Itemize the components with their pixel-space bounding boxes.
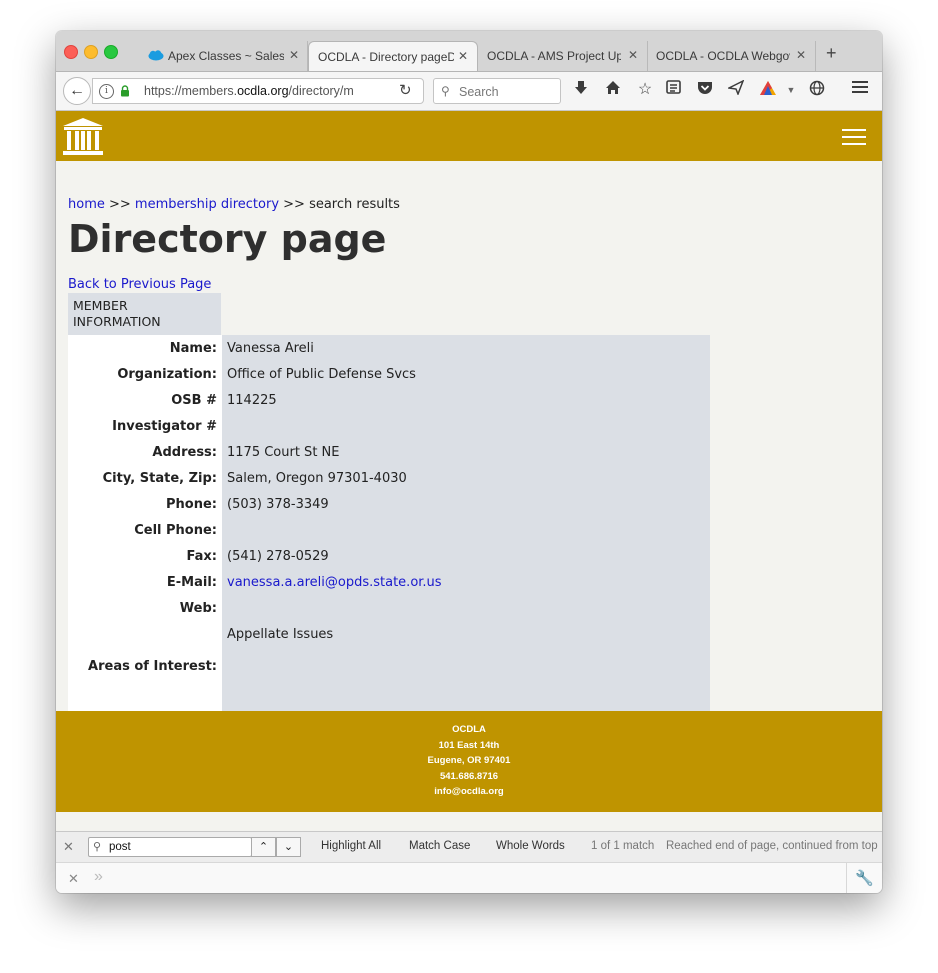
find-next-button[interactable]: ⌄ xyxy=(276,837,301,857)
minimize-window-button[interactable] xyxy=(84,45,98,59)
name-value: Vanessa Areli xyxy=(227,341,314,356)
footer-email[interactable]: info@ocdla.org xyxy=(56,784,882,800)
courthouse-logo-icon[interactable] xyxy=(62,117,104,157)
whole-words-toggle[interactable]: Whole Words xyxy=(496,840,565,852)
address-value: 1175 Court St NE xyxy=(227,445,340,460)
tab-ams-project[interactable]: OCDLA - AMS Project Upd ✕ xyxy=(487,41,648,71)
footer-city: Eugene, OR 97401 xyxy=(427,755,511,766)
email-link[interactable]: vanessa.a.areli@opds.state.or.us xyxy=(227,575,442,590)
name-label: Name: xyxy=(169,341,217,356)
tab-label: OCDLA - OCDLA Webgov xyxy=(656,49,790,63)
close-window-button[interactable] xyxy=(64,45,78,59)
tab-close-icon[interactable]: ✕ xyxy=(289,48,299,62)
tab-apex-classes[interactable]: Apex Classes ~ Salesf ✕ xyxy=(168,41,308,71)
site-footer: OCDLA 101 East 14th Eugene, OR 97401 541… xyxy=(56,711,882,812)
send-icon[interactable] xyxy=(726,79,746,100)
navigation-bar: ← i https://members.ocdla.org/directory/… xyxy=(56,72,882,111)
url-bar[interactable]: i https://members.ocdla.org/directory/m … xyxy=(92,78,424,104)
url-text[interactable]: https://members.ocdla.org/directory/m xyxy=(144,84,366,98)
addon-bar-close-icon[interactable]: ✕ xyxy=(68,871,79,887)
find-status: Reached end of page, continued from top xyxy=(666,840,878,852)
globe-icon[interactable] xyxy=(807,80,827,100)
back-to-previous-link[interactable]: Back to Previous Page xyxy=(68,277,211,292)
search-icon: ⚲ xyxy=(93,841,102,853)
osb-label: OSB # xyxy=(171,393,217,408)
organization-value: Office of Public Defense Svcs xyxy=(227,367,416,382)
cell-phone-label: Cell Phone: xyxy=(134,523,217,538)
tab-close-icon[interactable]: ✕ xyxy=(628,48,638,62)
divider xyxy=(846,863,847,893)
salesforce-cloud-icon xyxy=(148,50,164,61)
tab-label: OCDLA - Directory pageD xyxy=(318,50,454,64)
footer-phone: 541.686.8716 xyxy=(439,770,499,782)
investigator-label: Investigator # xyxy=(112,419,217,434)
hamburger-menu-icon[interactable] xyxy=(842,129,866,145)
find-bar-close-icon[interactable]: ✕ xyxy=(63,839,74,855)
match-count: 1 of 1 match xyxy=(591,840,655,852)
breadcrumb-separator: >> xyxy=(104,197,135,212)
tab-close-icon[interactable]: ✕ xyxy=(458,49,468,63)
member-values-column: Vanessa Areli Office of Public Defense S… xyxy=(222,335,710,712)
breadcrumb: home >> membership directory >> search r… xyxy=(68,197,400,212)
find-previous-button[interactable]: ⌃ xyxy=(251,837,276,857)
email-label: E-Mail: xyxy=(166,575,217,590)
osb-value: 114225 xyxy=(227,393,277,408)
wrench-icon[interactable]: 🔧 xyxy=(855,869,874,887)
site-header xyxy=(56,111,882,161)
search-icon: ⚲ xyxy=(441,84,450,98)
find-query: post xyxy=(109,841,131,853)
tab-label: Apex Classes ~ Salesf xyxy=(168,49,284,63)
areas-of-interest-label: Areas of Interest: xyxy=(88,659,217,674)
lock-icon xyxy=(121,85,129,97)
browser-window: Apex Classes ~ Salesf ✕ OCDLA - Director… xyxy=(56,31,882,893)
breadcrumb-current: >> search results xyxy=(279,197,400,212)
tab-webgov[interactable]: OCDLA - OCDLA Webgov ✕ xyxy=(656,41,816,71)
phone-value: (503) 378-3349 xyxy=(227,497,329,512)
footer-org: OCDLA xyxy=(452,724,486,735)
search-placeholder: Search xyxy=(459,85,499,99)
page-content: home >> membership directory >> search r… xyxy=(56,111,882,831)
addon-bar: ✕ » 🔧 xyxy=(56,862,882,893)
home-icon[interactable] xyxy=(603,80,623,100)
member-labels-column: Name: Organization: OSB # Investigator #… xyxy=(68,335,222,712)
bookmark-star-icon[interactable]: ☆ xyxy=(635,80,655,100)
reload-icon[interactable]: ↻ xyxy=(399,81,412,99)
double-chevron-icon[interactable]: » xyxy=(94,868,103,886)
city-state-zip-value: Salem, Oregon 97301-4030 xyxy=(227,471,407,486)
downloads-icon[interactable] xyxy=(571,80,591,100)
page-title: Directory page xyxy=(68,217,387,261)
footer-street: 101 East 14th xyxy=(438,739,500,751)
address-label: Address: xyxy=(152,445,217,460)
pocket-icon[interactable] xyxy=(695,80,715,100)
city-state-zip-label: City, State, Zip: xyxy=(102,471,217,486)
menu-icon[interactable] xyxy=(850,80,870,100)
find-bar: ✕ ⚲ post ⌃ ⌄ Highlight All Match Case Wh… xyxy=(56,831,882,862)
tab-label: OCDLA - AMS Project Upd xyxy=(487,49,621,63)
back-arrow-icon: ← xyxy=(69,82,85,99)
phone-label: Phone: xyxy=(166,497,217,512)
back-button[interactable]: ← xyxy=(63,77,91,105)
tab-strip: Apex Classes ~ Salesf ✕ OCDLA - Director… xyxy=(56,31,882,72)
member-info-header: MEMBER INFORMATION xyxy=(68,293,221,335)
extension-icon[interactable] xyxy=(758,80,778,100)
extension-dropdown-icon[interactable]: ▼ xyxy=(781,80,801,100)
organization-label: Organization: xyxy=(117,367,217,382)
breadcrumb-directory-link[interactable]: membership directory xyxy=(135,197,279,212)
fax-label: Fax: xyxy=(186,549,217,564)
breadcrumb-home-link[interactable]: home xyxy=(68,197,105,212)
areas-of-interest-value: Appellate Issues xyxy=(227,627,334,642)
tab-close-icon[interactable]: ✕ xyxy=(796,48,806,62)
fax-value: (541) 278-0529 xyxy=(227,549,329,564)
info-icon[interactable]: i xyxy=(99,84,114,99)
find-input[interactable]: ⚲ post xyxy=(88,837,252,857)
search-input[interactable]: ⚲ Search xyxy=(433,78,561,104)
reading-list-icon[interactable] xyxy=(663,80,683,100)
match-case-toggle[interactable]: Match Case xyxy=(409,840,470,852)
zoom-window-button[interactable] xyxy=(104,45,118,59)
highlight-all-toggle[interactable]: Highlight All xyxy=(321,840,381,852)
web-label: Web: xyxy=(179,601,217,616)
new-tab-button[interactable]: + xyxy=(826,44,837,62)
tab-directory-page[interactable]: OCDLA - Directory pageD ✕ xyxy=(308,41,478,71)
